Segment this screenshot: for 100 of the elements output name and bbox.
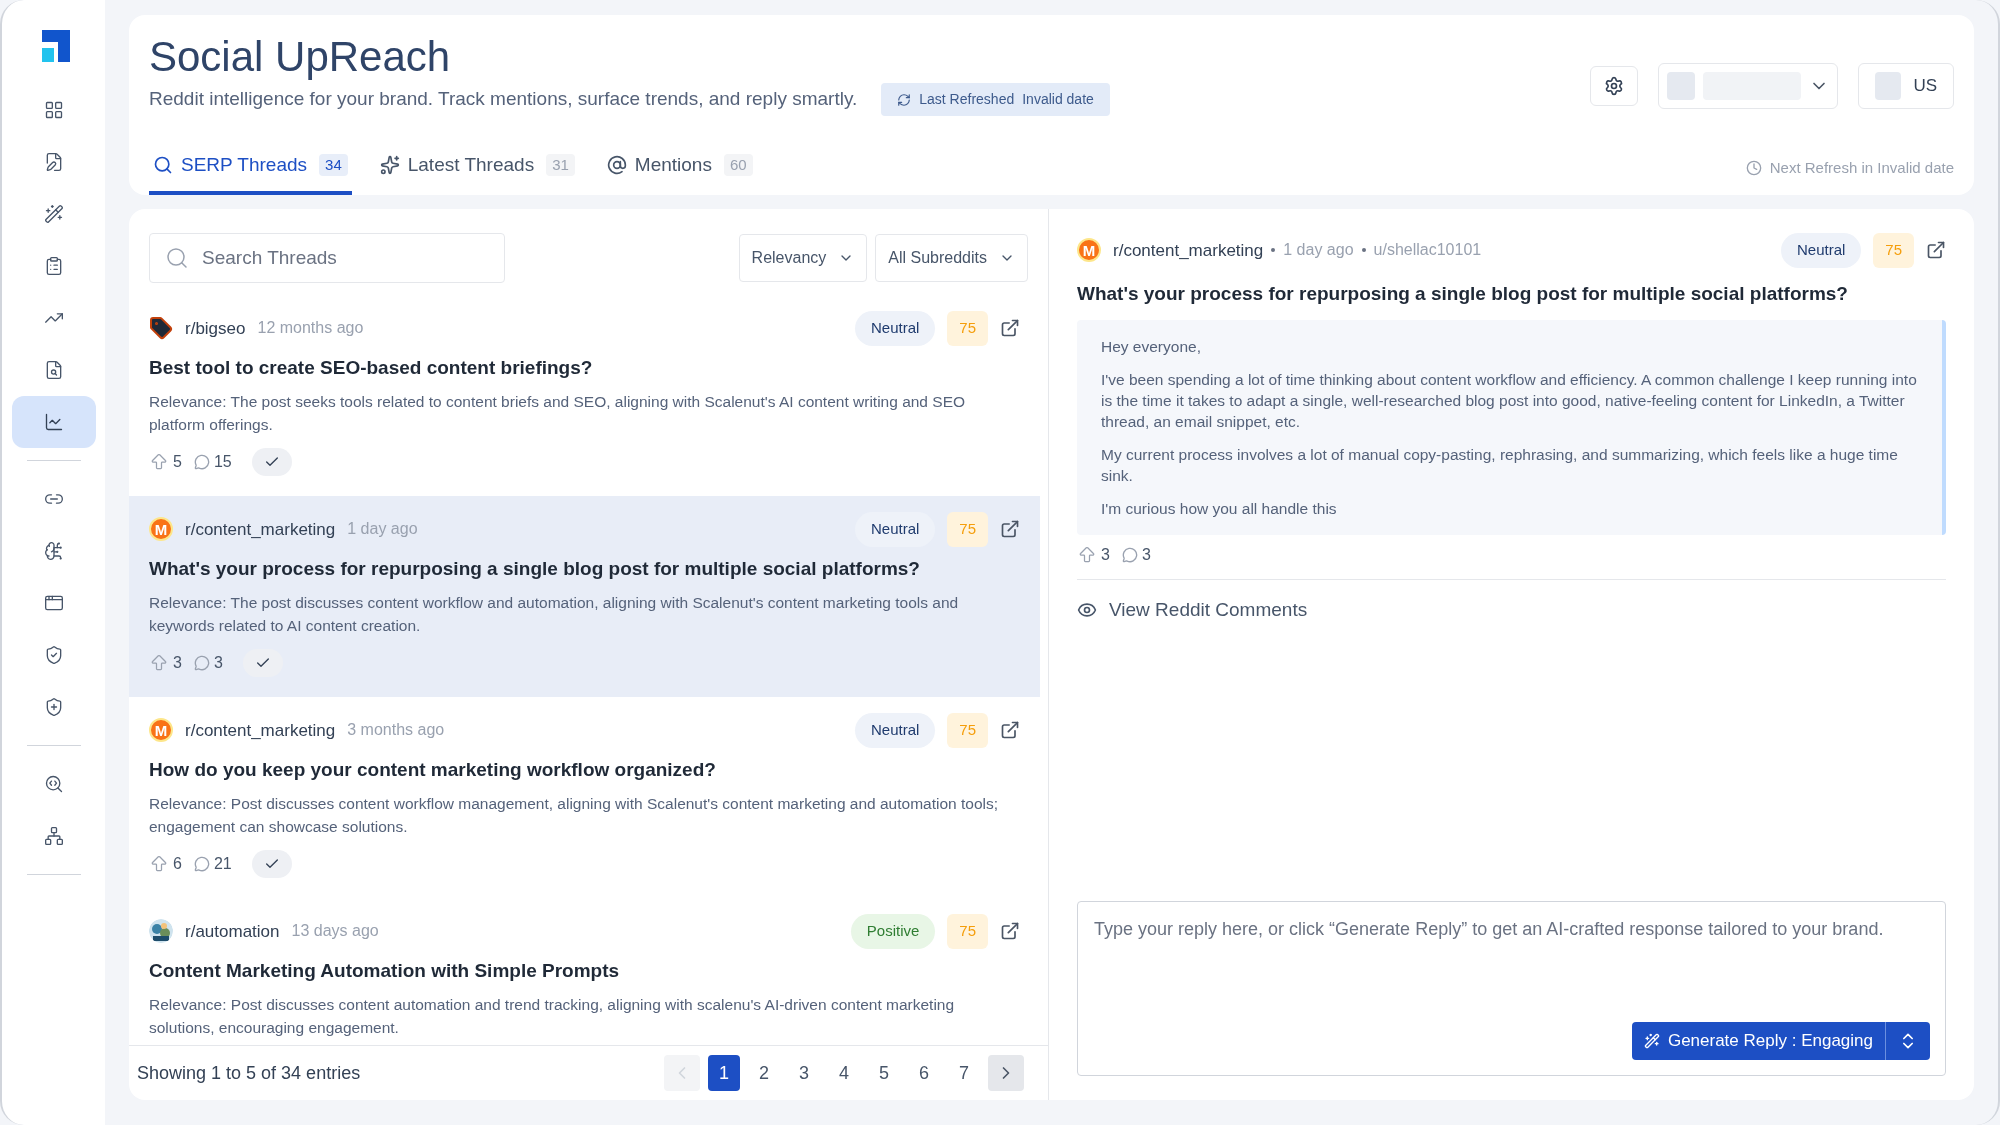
body-paragraph: I'm curious how you all handle this: [1101, 499, 1338, 519]
relevance-text: Relevance: Post discusses content automation and trend tracking, aligning with scalenu's AI-driven content marketing solutions, encouraging engagement.: [149, 995, 956, 1038]
score-badge: 75: [1873, 233, 1914, 268]
comment-count: 21: [213, 854, 232, 874]
upvote-icon: [149, 653, 169, 673]
sidebar-item[interactable]: [11, 396, 96, 448]
tab-count: 60: [723, 153, 753, 176]
tab[interactable]: Mentions 60: [602, 150, 757, 195]
score-badge: 75: [947, 311, 988, 346]
filter-dropdown[interactable]: Relevancy: [738, 234, 868, 282]
tab-count: 34: [319, 153, 348, 176]
country-button[interactable]: US: [1858, 63, 1954, 109]
external-link-icon[interactable]: [1000, 921, 1020, 942]
wand-icon: [43, 204, 64, 224]
page-button[interactable]: 1: [708, 1055, 740, 1091]
sentiment-badge: Neutral: [1780, 233, 1862, 268]
page-button[interactable]: 6: [908, 1055, 940, 1091]
refresh-icon: [897, 92, 912, 107]
approve-button[interactable]: [242, 649, 283, 677]
external-link-icon[interactable]: [1000, 720, 1020, 741]
comment-icon: [1121, 547, 1138, 563]
body-paragraph: Hey everyone,: [1101, 337, 1202, 357]
tag-icon: [149, 316, 173, 341]
sentiment-badge: Positive: [850, 914, 936, 949]
page-button[interactable]: 4: [828, 1055, 860, 1091]
pagination-summary: Showing 1 to 5 of 34 entries: [137, 1061, 361, 1085]
post-time: 3 months ago: [347, 720, 445, 741]
subreddit-avatar: M: [149, 718, 173, 743]
search-icon: [43, 774, 64, 794]
grid-icon: [43, 100, 64, 120]
view-comments-link[interactable]: View Reddit Comments: [1077, 596, 1308, 625]
thread-title: What's your process for repurposing a single blog post for multiple social platforms?: [149, 556, 921, 581]
clock-icon: [1745, 159, 1762, 176]
sparkles-icon: [379, 154, 400, 175]
relevance-text: Relevance: The post seeks tools related to content briefs and SEO, aligning with Scalenut's AI content writing and SEO platform offerings.: [149, 392, 967, 435]
search-field[interactable]: Search Threads: [149, 233, 505, 283]
post-title: What's your process for repurposing a single blog post for multiple social platforms?: [1077, 281, 1849, 306]
wand-icon: [1643, 1033, 1660, 1049]
network-icon: [43, 826, 64, 846]
browser-icon: [43, 593, 64, 613]
page-button[interactable]: 7: [948, 1055, 980, 1091]
relevance-text: Relevance: The post discusses content workflow and automation, aligning with Scalenut's content marketing tools and keywords related to AI content creation.: [149, 593, 960, 636]
sentiment-badge: Neutral: [854, 512, 936, 547]
subreddit-name[interactable]: r/content_marketing: [185, 717, 336, 743]
filter-dropdown[interactable]: All Subreddits: [875, 234, 1028, 282]
external-link-icon[interactable]: [1926, 240, 1946, 261]
page-button[interactable]: 2: [748, 1055, 780, 1091]
subreddit-avatar: M: [1077, 238, 1101, 263]
refresh-value: Invalid date: [1022, 90, 1094, 109]
thread-title: Best tool to create SEO-based content briefings?: [149, 355, 594, 380]
post-time: 12 months ago: [257, 318, 364, 339]
comment-icon: [193, 655, 210, 671]
upvote-count: 3: [173, 653, 182, 673]
upvote-count: 3: [1101, 545, 1110, 565]
tab[interactable]: Latest Threads 31: [375, 150, 579, 195]
tab[interactable]: SERP Threads 34: [149, 150, 352, 195]
subreddit-name[interactable]: r/bigseo: [185, 315, 246, 341]
external-link-icon[interactable]: [1000, 519, 1020, 540]
body-paragraph: I've been spending a lot of time thinking about content workflow and efficiency. A common challenge I keep running into is the time it takes to adapt a single, well-researched blog post into good, native-feeling content for LinkedIn, a Twitter thread, an email snippet, etc.: [1101, 370, 1918, 432]
subreddit-name[interactable]: r/content_marketing: [185, 516, 336, 542]
upvote-icon: [149, 854, 169, 874]
settings-icon: [1604, 76, 1624, 96]
upvote-count: 6: [173, 854, 182, 874]
refresh-label: Last Refreshed: [919, 90, 1015, 109]
subreddit-name[interactable]: r/content_marketing: [1113, 237, 1264, 263]
post-time: 1 day ago: [347, 519, 418, 540]
approve-button[interactable]: [251, 850, 292, 878]
page-button[interactable]: 5: [868, 1055, 900, 1091]
post-time: 13 days ago: [291, 921, 379, 942]
relevance-text: Relevance: Post discusses content workflow management, aligning with Scalenut's content marketing and automation tools; engagement can showcase solutions.: [149, 794, 1000, 837]
upvote-icon: [149, 452, 169, 472]
sentiment-badge: Neutral: [854, 713, 936, 748]
subreddit-name[interactable]: r/automation: [185, 918, 280, 944]
at-icon: [606, 154, 627, 175]
next-refresh-text: Next Refresh in Invalid date: [1769, 157, 1954, 178]
comment-count: 15: [213, 452, 232, 472]
page-subtitle: Reddit intelligence for your brand. Track mentions, surface trends, and reply smartly.: [149, 87, 858, 112]
score-badge: 75: [947, 512, 988, 547]
search-icon: [165, 246, 189, 270]
comment-count: 3: [1141, 545, 1151, 565]
thread-title: Content Marketing Automation with Simple Prompts: [149, 958, 621, 983]
score-badge: 75: [947, 713, 988, 748]
thread-card[interactable]: [129, 496, 1040, 697]
page-button[interactable]: 3: [788, 1055, 820, 1091]
comment-icon: [193, 454, 210, 470]
upvote-icon: [1077, 545, 1097, 565]
post-time: 1 day ago: [1283, 240, 1354, 261]
chart-icon: [43, 412, 64, 432]
sentiment-badge: Neutral: [854, 311, 936, 346]
comment-count: 3: [213, 653, 223, 673]
upvote-count: 5: [173, 452, 182, 472]
subreddit-avatar: M: [149, 517, 173, 542]
tab-count: 31: [546, 153, 575, 176]
page-title: Social UpReach: [149, 32, 452, 82]
body-paragraph: My current process involves a lot of manual copy-pasting, rephrasing, and summarizing, which feels like a huge time sink.: [1101, 445, 1899, 486]
approve-button[interactable]: [251, 448, 292, 476]
thread-title: How do you keep your content marketing workflow organized?: [149, 757, 717, 782]
external-link-icon[interactable]: [1000, 318, 1020, 339]
post-author: u/shellac10101: [1373, 240, 1482, 261]
settings-button[interactable]: [1590, 66, 1638, 106]
